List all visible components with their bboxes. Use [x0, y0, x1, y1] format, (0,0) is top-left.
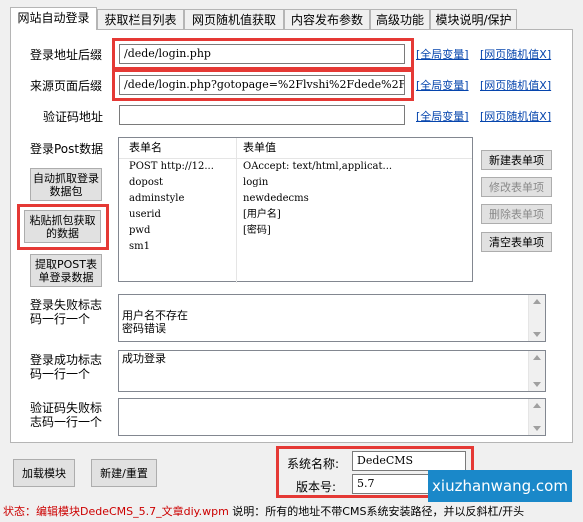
clear-form-items-label: 清空表单项 — [489, 235, 544, 249]
load-module-button[interactable]: 加载模块 — [13, 459, 75, 487]
cell-name: pwd — [129, 225, 151, 236]
referer-label: 来源页面后缀 — [30, 79, 103, 93]
column-form-value[interactable]: 表单值 — [243, 138, 276, 158]
scroll-down-icon[interactable] — [533, 332, 541, 337]
scroll-down-icon[interactable] — [533, 426, 541, 431]
new-reset-label: 新建/重置 — [100, 466, 148, 480]
scroll-up-icon[interactable] — [533, 355, 541, 360]
captcha-input[interactable] — [119, 105, 405, 125]
scroll-up-icon[interactable] — [533, 403, 541, 408]
new-form-item-button[interactable]: 新建表单项 — [481, 150, 552, 170]
fail-marker-textarea[interactable]: 用户名不存在 密码错误 — [118, 294, 546, 342]
cell-value: [用户名] — [243, 209, 281, 220]
captcha-label: 验证码地址 — [43, 110, 104, 124]
captcha-fail-textarea[interactable] — [118, 398, 546, 436]
delete-form-item-button[interactable]: 删除表单项 — [481, 204, 552, 224]
cell-name: sm1 — [129, 241, 150, 252]
cell-name: POST http://12... — [129, 161, 214, 172]
edit-form-item-label: 修改表单项 — [489, 180, 544, 194]
fail-marker-scrollbar[interactable] — [528, 295, 545, 341]
status-module: 状态：编辑模块DedeCMS_5.7_文章diy.wpm — [3, 505, 229, 518]
post-data-label: 登录Post数据 — [30, 142, 104, 156]
scroll-up-icon[interactable] — [533, 299, 541, 304]
table-header: 表单名 表单值 — [119, 138, 472, 283]
extract-post-button[interactable]: 提取POST表单登录数据 — [30, 254, 102, 287]
success-marker-scrollbar[interactable] — [528, 351, 545, 391]
tab-category-list[interactable]: 获取栏目列表 — [97, 9, 184, 29]
login-url-label: 登录地址后缀 — [30, 48, 103, 62]
watermark: xiuzhanwang.com — [428, 470, 572, 502]
random-value-link-2[interactable]: [网页随机值X] — [480, 77, 551, 93]
cell-value: newdedecms — [243, 193, 309, 204]
highlight-login-url — [112, 38, 414, 70]
auto-capture-button[interactable]: 自动抓取登录数据包 — [30, 168, 102, 201]
highlight-referer — [112, 69, 414, 101]
cell-value: [密码] — [243, 225, 271, 236]
cell-value: login — [243, 177, 269, 188]
fail-marker-label: 登录失败标志码一行一个 — [30, 298, 103, 326]
captcha-fail-label: 验证码失败标志码一行一个 — [30, 401, 103, 429]
status-bar: 状态：编辑模块DedeCMS_5.7_文章diy.wpm 说明：所有的地址不带C… — [0, 502, 583, 522]
global-var-link-3[interactable]: [全局变量] — [416, 108, 469, 124]
captcha-fail-scrollbar[interactable] — [528, 399, 545, 435]
new-reset-button[interactable]: 新建/重置 — [91, 459, 157, 487]
fail-marker-text: 用户名不存在 密码错误 — [122, 309, 188, 335]
tab-advanced[interactable]: 高级功能 — [370, 9, 430, 29]
cell-name: userid — [129, 209, 161, 220]
tab-random-value[interactable]: 网页随机值获取 — [184, 9, 284, 29]
highlight-paste-button — [17, 204, 109, 250]
tab-auto-login[interactable]: 网站自动登录 — [10, 7, 97, 30]
edit-form-item-button[interactable]: 修改表单项 — [481, 177, 552, 197]
success-marker-label: 登录成功标志码一行一个 — [30, 353, 103, 381]
new-form-item-label: 新建表单项 — [489, 153, 544, 167]
status-text: 说明：所有的地址不带CMS系统安装路径，并以反斜杠/开头 — [228, 505, 525, 518]
clear-form-items-button[interactable]: 清空表单项 — [481, 232, 552, 252]
auto-capture-label: 自动抓取登录数据包 — [33, 171, 99, 198]
column-divider — [236, 138, 237, 283]
global-var-link-2[interactable]: [全局变量] — [416, 77, 469, 93]
form-table[interactable]: 表单名 表单值 POST http://12... OAccept: text/h… — [118, 137, 473, 283]
scroll-down-icon[interactable] — [533, 382, 541, 387]
cell-name: dopost — [129, 177, 163, 188]
success-marker-textarea[interactable]: 成功登录 — [118, 350, 546, 392]
success-marker-text: 成功登录 — [122, 352, 166, 365]
cell-name: adminstyle — [129, 193, 185, 204]
global-var-link-1[interactable]: [全局变量] — [416, 46, 469, 62]
delete-form-item-label: 删除表单项 — [489, 207, 544, 221]
random-value-link-3[interactable]: [网页随机值X] — [480, 108, 551, 124]
tab-module-info[interactable]: 模块说明/保护 — [430, 9, 517, 29]
load-module-label: 加载模块 — [22, 466, 66, 480]
random-value-link-1[interactable]: [网页随机值X] — [480, 46, 551, 62]
cell-value: OAccept: text/html,applicat... — [243, 161, 393, 172]
column-form-name[interactable]: 表单名 — [129, 138, 162, 158]
extract-post-label: 提取POST表单登录数据 — [35, 257, 97, 284]
tab-publish-params[interactable]: 内容发布参数 — [284, 9, 370, 29]
